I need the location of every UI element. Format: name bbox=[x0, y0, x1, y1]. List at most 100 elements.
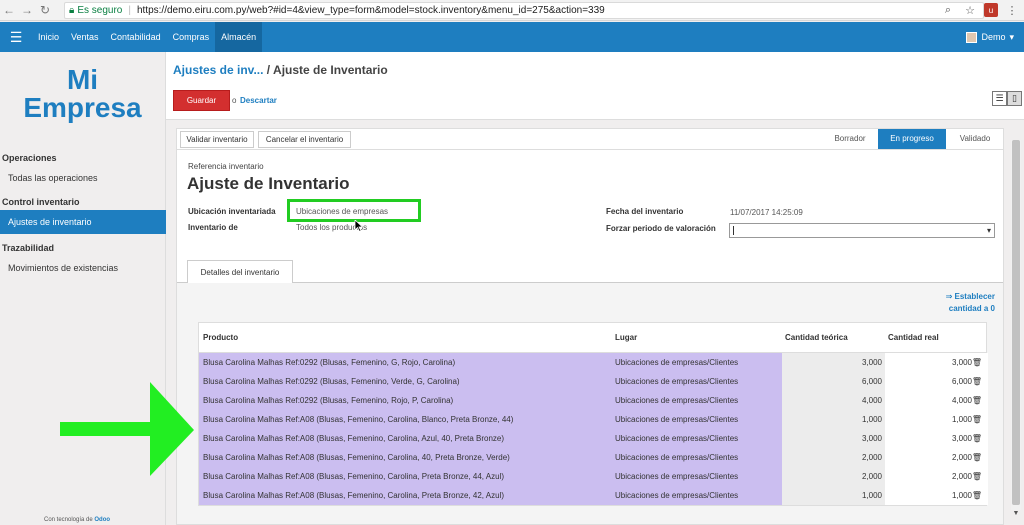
header-product[interactable]: Producto bbox=[203, 323, 238, 353]
table-row[interactable]: Blusa Carolina Malhas Ref:0292 (Blusas, … bbox=[199, 372, 988, 391]
trash-icon[interactable]: 🗑︎ bbox=[972, 410, 982, 429]
arrow-right-icon[interactable]: → bbox=[18, 1, 36, 19]
url-text[interactable]: https://demo.eiru.com.py/web?#id=4&view_… bbox=[137, 5, 605, 16]
trash-icon[interactable]: 🗑︎ bbox=[972, 448, 982, 467]
scrollbar-thumb[interactable] bbox=[1012, 140, 1020, 505]
product-cell[interactable]: Blusa Carolina Malhas Ref:A08 (Blusas, F… bbox=[199, 467, 611, 486]
sidebar-item-todas-operaciones[interactable]: Todas las operaciones bbox=[0, 169, 166, 187]
user-menu[interactable]: Demo ▾ bbox=[966, 22, 1014, 52]
date-field[interactable]: 11/07/2017 14:25:09 bbox=[730, 208, 803, 217]
menu-compras[interactable]: Compras bbox=[167, 22, 216, 52]
zoom-icon[interactable]: ⌕ bbox=[940, 2, 956, 18]
force-period-select[interactable]: ▾ bbox=[729, 223, 995, 238]
url-separator: | bbox=[128, 5, 131, 16]
menu-inicio[interactable]: Inicio bbox=[32, 22, 65, 52]
product-cell[interactable]: Blusa Carolina Malhas Ref:0292 (Blusas, … bbox=[199, 353, 611, 372]
trash-icon[interactable]: 🗑︎ bbox=[972, 429, 982, 448]
theoretical-qty-cell: 4,000 bbox=[782, 391, 885, 410]
inventory-of-label: Inventario de bbox=[188, 223, 238, 232]
set-quantity-zero-link[interactable]: ⇒ Establecer cantidad a 0 bbox=[925, 291, 995, 315]
discard-button[interactable]: Descartar bbox=[240, 96, 277, 105]
list-view-icon[interactable]: ☰ bbox=[992, 91, 1007, 106]
chevron-down-icon: ▾ bbox=[986, 226, 991, 235]
theoretical-qty-cell: 3,000 bbox=[782, 429, 885, 448]
view-switcher: ☰ ▯ bbox=[992, 91, 1022, 106]
validate-inventory-button[interactable]: Validar inventario bbox=[180, 131, 254, 148]
hamburger-icon[interactable]: ☰ bbox=[0, 22, 32, 52]
breadcrumb: Ajustes de inv... / Ajuste de Inventario bbox=[173, 63, 388, 77]
reload-icon[interactable]: ↻ bbox=[36, 1, 54, 19]
stage-borrador: Borrador bbox=[834, 134, 866, 143]
page-title[interactable]: Ajuste de Inventario bbox=[187, 174, 349, 194]
trash-icon[interactable]: 🗑︎ bbox=[972, 486, 982, 505]
breadcrumb-current: Ajuste de Inventario bbox=[273, 63, 388, 77]
product-cell[interactable]: Blusa Carolina Malhas Ref:A08 (Blusas, F… bbox=[199, 448, 611, 467]
product-cell[interactable]: Blusa Carolina Malhas Ref:A08 (Blusas, F… bbox=[199, 410, 611, 429]
location-label: Ubicación inventariada bbox=[188, 207, 276, 216]
menu-ventas[interactable]: Ventas bbox=[65, 22, 105, 52]
save-button[interactable]: Guardar bbox=[173, 90, 230, 111]
table-row[interactable]: Blusa Carolina Malhas Ref:A08 (Blusas, F… bbox=[199, 448, 988, 467]
trash-icon[interactable]: 🗑︎ bbox=[972, 391, 982, 410]
scroll-down-icon[interactable]: ▼ bbox=[1011, 510, 1021, 520]
location-cell[interactable]: Ubicaciones de empresas/Clientes bbox=[611, 353, 782, 372]
sidebar-item-ajustes-inventario[interactable]: Ajustes de inventario bbox=[0, 210, 166, 234]
product-cell[interactable]: Blusa Carolina Malhas Ref:A08 (Blusas, F… bbox=[199, 429, 611, 448]
company-logo[interactable]: Mi Empresa bbox=[0, 66, 165, 122]
location-cell[interactable]: Ubicaciones de empresas/Clientes bbox=[611, 410, 782, 429]
form-view-icon[interactable]: ▯ bbox=[1007, 91, 1022, 106]
location-cell[interactable]: Ubicaciones de empresas/Clientes bbox=[611, 448, 782, 467]
reference-label: Referencia inventario bbox=[188, 162, 264, 171]
product-cell[interactable]: Blusa Carolina Malhas Ref:0292 (Blusas, … bbox=[199, 391, 611, 410]
theoretical-qty-cell: 3,000 bbox=[782, 353, 885, 372]
menu-contabilidad[interactable]: Contabilidad bbox=[105, 22, 167, 52]
table-row[interactable]: Blusa Carolina Malhas Ref:A08 (Blusas, F… bbox=[199, 410, 988, 429]
control-panel: Ajustes de inv... / Ajuste de Inventario… bbox=[166, 52, 1024, 120]
caret-down-icon: ▾ bbox=[1009, 31, 1014, 42]
table-row[interactable]: Blusa Carolina Malhas Ref:A08 (Blusas, F… bbox=[199, 429, 988, 448]
trash-icon[interactable]: 🗑︎ bbox=[972, 372, 982, 391]
top-navigation: ☰ Inicio Ventas Contabilidad Compras Alm… bbox=[0, 22, 1024, 52]
sidebar-section-control-inventario: Control inventario bbox=[2, 197, 80, 207]
powered-by: Con tecnología de Odoo bbox=[44, 517, 110, 523]
product-cell[interactable]: Blusa Carolina Malhas Ref:0292 (Blusas, … bbox=[199, 372, 611, 391]
star-icon[interactable]: ☆ bbox=[962, 2, 978, 18]
arrow-left-icon[interactable]: ← bbox=[0, 1, 18, 19]
browser-toolbar: ← → ↻ 🔒︎ Es seguro | https://demo.eiru.c… bbox=[0, 0, 1024, 21]
product-cell[interactable]: Blusa Carolina Malhas Ref:A08 (Blusas, F… bbox=[199, 486, 611, 505]
cancel-inventory-button[interactable]: Cancelar el inventario bbox=[258, 131, 351, 148]
table-row[interactable]: Blusa Carolina Malhas Ref:A08 (Blusas, F… bbox=[199, 486, 988, 505]
theoretical-qty-cell: 2,000 bbox=[782, 448, 885, 467]
user-name: Demo bbox=[981, 32, 1006, 42]
logo-line-1: Mi bbox=[66, 64, 99, 95]
location-cell[interactable]: Ubicaciones de empresas/Clientes bbox=[611, 467, 782, 486]
table-row[interactable]: Blusa Carolina Malhas Ref:0292 (Blusas, … bbox=[199, 391, 988, 410]
trash-icon[interactable]: 🗑︎ bbox=[972, 353, 982, 372]
location-cell[interactable]: Ubicaciones de empresas/Clientes bbox=[611, 486, 782, 505]
lock-icon: 🔒︎ bbox=[69, 5, 75, 16]
location-cell[interactable]: Ubicaciones de empresas/Clientes bbox=[611, 429, 782, 448]
menu-almacen[interactable]: Almacén bbox=[215, 22, 263, 52]
address-bar[interactable]: 🔒︎ Es seguro | https://demo.eiru.com.py/… bbox=[64, 2, 984, 19]
extension-icon[interactable]: u bbox=[984, 3, 998, 17]
stage-validado: Validado bbox=[959, 134, 991, 143]
table-row[interactable]: Blusa Carolina Malhas Ref:0292 (Blusas, … bbox=[199, 353, 988, 372]
breadcrumb-parent[interactable]: Ajustes de inv... bbox=[173, 63, 263, 77]
tab-inventory-details[interactable]: Detalles del inventario bbox=[187, 260, 293, 283]
odoo-link[interactable]: Odoo bbox=[94, 517, 110, 523]
location-cell[interactable]: Ubicaciones de empresas/Clientes bbox=[611, 391, 782, 410]
sidebar-item-movimientos[interactable]: Movimientos de existencias bbox=[0, 259, 166, 277]
location-cell[interactable]: Ubicaciones de empresas/Clientes bbox=[611, 372, 782, 391]
theoretical-qty-cell: 1,000 bbox=[782, 410, 885, 429]
table-row[interactable]: Blusa Carolina Malhas Ref:A08 (Blusas, F… bbox=[199, 467, 988, 486]
header-real-qty[interactable]: Cantidad real bbox=[888, 323, 939, 353]
browser-menu-icon[interactable]: ⋮ bbox=[1004, 2, 1020, 18]
tab-content: ⇒ Establecer cantidad a 0 Producto Lugar… bbox=[177, 283, 1003, 524]
header-theoretical-qty[interactable]: Cantidad teórica bbox=[785, 323, 848, 353]
theoretical-qty-cell: 1,000 bbox=[782, 486, 885, 505]
table-body: Blusa Carolina Malhas Ref:0292 (Blusas, … bbox=[199, 353, 988, 505]
trash-icon[interactable]: 🗑︎ bbox=[972, 467, 982, 486]
powered-text: Con tecnología de bbox=[44, 517, 93, 523]
force-period-label: Forzar periodo de valoración bbox=[606, 224, 716, 233]
header-location[interactable]: Lugar bbox=[615, 323, 637, 353]
